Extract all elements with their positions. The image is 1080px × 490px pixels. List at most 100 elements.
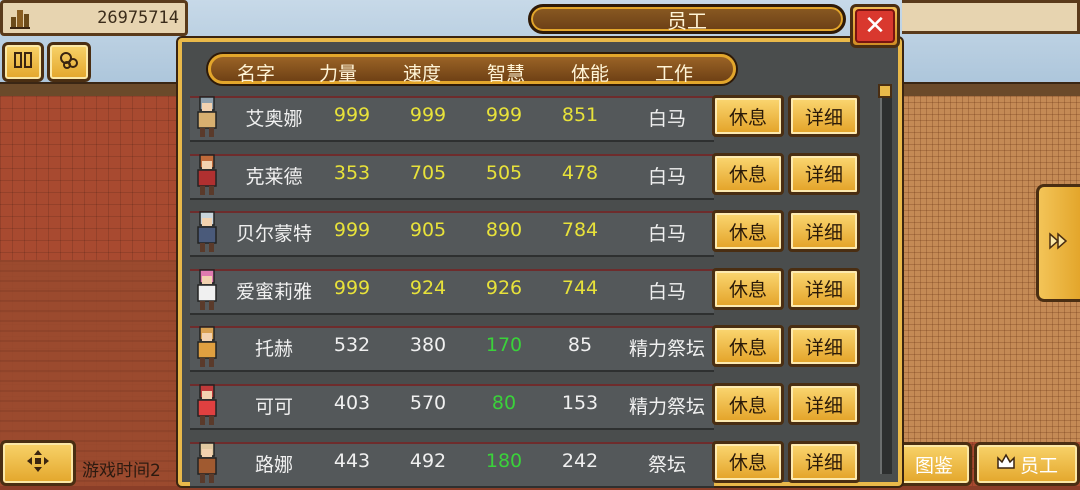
employee-avatar [192,382,222,428]
building-icon [3,3,37,33]
stat-wisdom: 180 [485,449,523,472]
table-row: 贝尔蒙特 999 905 890 784 白马 休息 详细 [190,207,864,258]
stat-speed: 492 [409,449,447,472]
staff-label: 员工 [1019,454,1058,477]
col-job: 工作 [655,63,694,85]
stat-speed: 905 [409,219,447,242]
rest-button[interactable]: 休息 [712,152,784,195]
detail-button[interactable]: 详细 [788,440,860,483]
stat-strength: 999 [333,276,371,299]
rest-button[interactable]: 休息 [712,325,784,368]
stat-wisdom: 505 [485,161,523,184]
stat-stamina: 242 [561,449,599,472]
stat-strength: 403 [333,392,371,414]
col-strength: 力量 [319,63,358,85]
employee-name: 托赫 [254,338,293,361]
money-value: 26975714 [97,8,179,28]
detail-button[interactable]: 详细 [788,267,860,310]
rest-button[interactable]: 休息 [712,267,784,310]
table-row: 路娜 443 492 180 242 祭坛 休息 详细 [190,438,864,488]
stat-speed: 924 [409,276,447,299]
settings-button[interactable] [47,42,91,82]
stat-stamina: 153 [561,392,599,414]
stat-speed: 570 [409,392,447,414]
detail-button[interactable]: 详细 [788,95,860,137]
table-row: 托赫 532 380 170 85 精力祭坛 休息 详细 [190,322,864,373]
stat-wisdom: 170 [485,334,523,357]
stat-stamina: 851 [561,104,599,126]
table-row: 可可 403 570 80 153 精力祭坛 休息 详细 [190,380,864,430]
double-chevron-right-icon [1048,232,1072,254]
stat-strength: 532 [333,334,371,357]
stat-strength: 353 [333,161,371,184]
rest-button[interactable]: 休息 [712,210,784,253]
close-button[interactable]: ✕ [850,4,900,48]
stat-strength: 999 [333,104,371,126]
stat-speed: 999 [409,104,447,126]
stat-stamina: 744 [561,276,599,299]
employee-job: 白马 [647,223,686,246]
encyclopedia-button[interactable]: 图鉴 [896,442,972,486]
crown-icon [996,452,1016,476]
rest-button[interactable]: 休息 [712,440,784,483]
dpad-button[interactable] [0,440,76,486]
employee-job: 祭坛 [647,453,686,476]
encyclopedia-label: 图鉴 [914,454,953,477]
panel-title-bar: 员工 [528,4,846,34]
employee-name: 克莱德 [245,165,303,188]
money-display: 26975714 [0,0,188,36]
stat-stamina: 85 [567,334,593,357]
detail-button[interactable]: 详细 [788,383,860,425]
detail-button[interactable]: 详细 [788,152,860,195]
detail-button[interactable]: 详细 [788,210,860,253]
stat-wisdom: 999 [485,104,523,126]
scrollbar-thumb[interactable] [878,84,892,98]
pause-icon [13,51,33,73]
stat-wisdom: 80 [491,392,517,414]
table-row: 艾奥娜 999 999 999 851 白马 休息 详细 [190,92,864,142]
table-row: 爱蜜莉雅 999 924 926 744 白马 休息 详细 [190,265,864,315]
employee-job: 精力祭坛 [628,338,705,361]
rest-button[interactable]: 休息 [712,383,784,425]
employee-avatar [192,267,222,313]
employee-name: 路娜 [254,453,293,476]
employee-name: 艾奥娜 [245,108,303,130]
stat-speed: 380 [409,334,447,357]
employee-avatar [192,209,222,255]
expand-side-button[interactable] [1036,184,1080,302]
employee-name: 爱蜜莉雅 [235,280,312,303]
detail-button[interactable]: 详细 [788,325,860,368]
employee-job: 白马 [647,108,686,130]
col-wisdom: 智慧 [487,63,526,85]
stat-stamina: 478 [561,161,599,184]
pause-button[interactable] [2,42,44,82]
stat-strength: 999 [333,219,371,242]
top-right-bar [902,0,1080,34]
game-time-label: 游戏时间2 [82,461,161,481]
employee-job: 精力祭坛 [628,396,705,418]
employee-name: 可可 [254,396,293,418]
employee-avatar [192,324,222,370]
dpad-icon [26,449,50,477]
scrollbar-track[interactable] [880,86,892,474]
stat-speed: 705 [409,161,447,184]
employee-avatar [192,440,222,486]
employee-avatar [192,94,222,140]
col-speed: 速度 [403,63,442,85]
col-stamina: 体能 [571,63,610,85]
col-name: 名字 [237,63,276,85]
close-icon: ✕ [855,9,895,43]
staff-button[interactable]: 员工 [974,442,1080,486]
stat-wisdom: 926 [485,276,523,299]
panel-title: 员工 [667,8,707,33]
stat-strength: 443 [333,449,371,472]
rest-button[interactable]: 休息 [712,95,784,137]
employee-job: 白马 [647,280,686,303]
gears-icon [58,50,80,74]
table-row: 克莱德 353 705 505 478 白马 休息 详细 [190,150,864,200]
stat-stamina: 784 [561,219,599,242]
stat-wisdom: 890 [485,219,523,242]
employee-name: 贝尔蒙特 [235,223,312,246]
employee-job: 白马 [647,165,686,188]
table-header: 名字 力量 速度 智慧 体能 工作 [208,54,736,85]
